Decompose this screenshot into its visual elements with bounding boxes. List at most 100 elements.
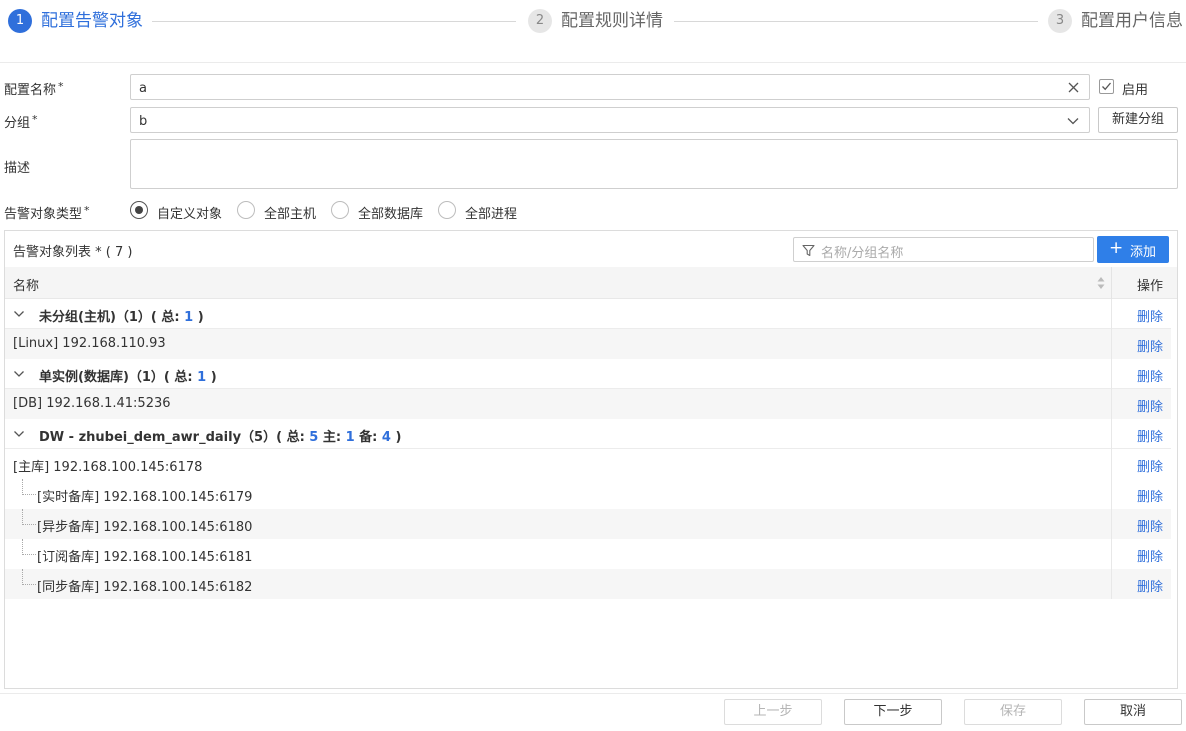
filter-input[interactable]: 名称/分组名称 — [793, 237, 1094, 262]
group-title: 单实例(数据库)（1）( 总: 1 ) — [39, 366, 217, 385]
table-row[interactable]: [实时备库] 192.168.100.145:6179 删除 — [5, 479, 1171, 509]
column-divider — [1111, 267, 1112, 299]
group-count: 1 — [184, 310, 194, 325]
new-group-button[interactable]: 新建分组 — [1098, 107, 1178, 133]
step-2-label[interactable]: 配置规则详情 — [561, 10, 663, 32]
group-title-text: ) — [390, 430, 402, 445]
group-title-text: 单实例(数据库)（1）( 总: — [39, 370, 198, 385]
table-row[interactable]: [订阅备库] 192.168.100.145:6181 删除 — [5, 539, 1171, 569]
tree-connector — [22, 479, 36, 495]
delete-link[interactable]: 删除 — [1137, 336, 1163, 355]
description-textarea[interactable] — [130, 139, 1178, 189]
object-name: [同步备库] 192.168.100.145:6182 — [37, 580, 253, 595]
group-title-text: DW - zhubei_dem_awr_daily（5）( 总: — [39, 430, 310, 445]
object-name: [实时备库] 192.168.100.145:6179 — [37, 490, 253, 505]
alert-object-type-label: 告警对象类型 * — [4, 204, 90, 222]
delete-link[interactable]: 删除 — [1137, 366, 1163, 385]
object-name: [主库] 192.168.100.145:6178 — [13, 460, 203, 475]
step-1-number: 1 — [8, 9, 32, 33]
tree-connector — [22, 509, 36, 525]
delete-link[interactable]: 删除 — [1137, 396, 1163, 415]
filter-placeholder: 名称/分组名称 — [821, 246, 904, 261]
object-name: [订阅备库] 192.168.100.145:6181 — [37, 550, 253, 565]
delete-link[interactable]: 删除 — [1137, 486, 1163, 505]
delete-link[interactable]: 删除 — [1137, 426, 1163, 445]
plus-icon: + — [1109, 238, 1124, 258]
object-name: [Linux] 192.168.110.93 — [13, 336, 166, 351]
config-name-input[interactable]: a — [130, 74, 1090, 100]
group-row[interactable]: 单实例(数据库)（1）( 总: 1 ) 删除 — [5, 359, 1171, 389]
radio-all-hosts[interactable] — [237, 201, 255, 219]
chevron-down-icon[interactable] — [13, 308, 25, 324]
sort-icon[interactable] — [1097, 276, 1105, 290]
group-select[interactable]: b — [130, 107, 1090, 133]
column-op-header: 操作 — [1137, 279, 1164, 294]
group-count: 4 — [381, 430, 391, 445]
table-row[interactable]: [主库] 192.168.100.145:6178 删除 — [5, 449, 1171, 479]
column-name-header[interactable]: 名称 — [13, 275, 39, 294]
delete-link[interactable]: 删除 — [1137, 516, 1163, 535]
add-button-label: 添加 — [1130, 245, 1157, 260]
table-row[interactable]: [DB] 192.168.1.41:5236 删除 — [5, 389, 1171, 419]
radio-all-processes[interactable] — [438, 201, 456, 219]
filter-icon — [802, 244, 815, 257]
config-name-value: a — [139, 81, 147, 96]
object-name: [异步备库] 192.168.100.145:6180 — [37, 520, 253, 535]
divider — [0, 693, 1186, 694]
group-count: 1 — [345, 430, 355, 445]
group-count: 5 — [309, 430, 319, 445]
table-header: 名称 操作 — [5, 267, 1177, 299]
steps-bar: 1 配置告警对象 2 配置规则详情 3 配置用户信息 — [0, 0, 1186, 44]
radio-all-hosts-label[interactable]: 全部主机 — [264, 203, 316, 222]
divider — [0, 62, 1186, 63]
radio-all-databases[interactable] — [331, 201, 349, 219]
group-title: 未分组(主机)（1）( 总: 1 ) — [39, 306, 204, 325]
table-row[interactable]: [异步备库] 192.168.100.145:6180 删除 — [5, 509, 1171, 539]
step-1-label[interactable]: 配置告警对象 — [41, 10, 143, 32]
group-count: 1 — [197, 370, 207, 385]
radio-all-processes-label[interactable]: 全部进程 — [465, 203, 517, 222]
group-title: DW - zhubei_dem_awr_daily（5）( 总: 5 主: 1 … — [39, 426, 401, 445]
group-value: b — [139, 114, 148, 129]
group-title-text: 未分组(主机)（1）( 总: — [39, 310, 185, 325]
group-title-text: 备: — [354, 430, 382, 445]
save-button[interactable]: 保存 — [964, 699, 1062, 725]
delete-link[interactable]: 删除 — [1137, 306, 1163, 325]
required-mark: * — [32, 113, 38, 126]
step-3-number: 3 — [1048, 9, 1072, 33]
enable-label: 启用 — [1122, 83, 1149, 98]
clear-icon[interactable] — [1068, 79, 1079, 97]
delete-link[interactable]: 删除 — [1137, 546, 1163, 565]
step-connector — [152, 21, 516, 22]
description-label: 描述 — [4, 161, 31, 176]
group-row[interactable]: 未分组(主机)（1）( 总: 1 ) 删除 — [5, 299, 1171, 329]
object-name: [DB] 192.168.1.41:5236 — [13, 396, 171, 411]
group-label: 分组 * — [4, 113, 38, 131]
step-2-number: 2 — [528, 9, 552, 33]
enable-checkbox[interactable] — [1099, 79, 1114, 94]
cancel-button[interactable]: 取消 — [1084, 699, 1182, 725]
required-mark: * — [58, 80, 64, 93]
chevron-down-icon[interactable] — [13, 368, 25, 384]
chevron-down-icon[interactable] — [13, 428, 25, 444]
chevron-down-icon — [1067, 113, 1079, 131]
required-mark: * — [84, 204, 90, 217]
alert-object-list-panel: 告警对象列表 * ( 7 ) 名称/分组名称 + 添加 名称 操作 未分组(主机… — [4, 230, 1178, 689]
table-row[interactable]: [同步备库] 192.168.100.145:6182 删除 — [5, 569, 1171, 599]
group-title-text: 主: — [318, 430, 346, 445]
radio-all-databases-label[interactable]: 全部数据库 — [358, 203, 423, 222]
next-button[interactable]: 下一步 — [844, 699, 942, 725]
delete-link[interactable]: 删除 — [1137, 456, 1163, 475]
group-title-text: ) — [206, 370, 217, 385]
group-title-text: ) — [193, 310, 204, 325]
radio-custom-object[interactable] — [130, 201, 148, 219]
add-button[interactable]: + 添加 — [1097, 236, 1169, 263]
step-3-label[interactable]: 配置用户信息 — [1081, 10, 1183, 32]
delete-link[interactable]: 删除 — [1137, 576, 1163, 595]
tree-connector — [22, 569, 36, 585]
table-row[interactable]: [Linux] 192.168.110.93 删除 — [5, 329, 1171, 359]
radio-custom-object-label[interactable]: 自定义对象 — [157, 203, 222, 222]
panel-title: 告警对象列表 * ( 7 ) — [13, 245, 133, 260]
group-row[interactable]: DW - zhubei_dem_awr_daily（5）( 总: 5 主: 1 … — [5, 419, 1171, 449]
prev-button[interactable]: 上一步 — [724, 699, 822, 725]
